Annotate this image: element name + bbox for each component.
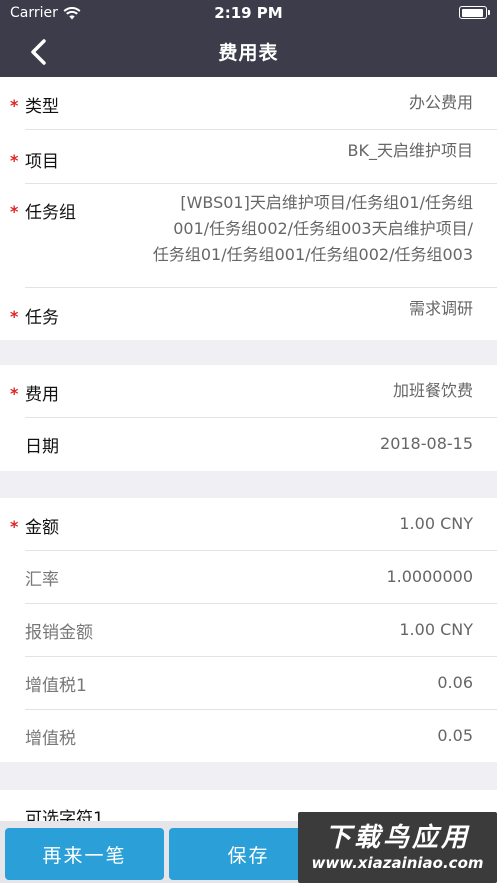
task-group-row[interactable]: * 任务组 [WBS01]天启维护项目/任务组01/任务组 001/任务组002…: [10, 184, 497, 288]
required-mark: *: [10, 517, 19, 536]
required-mark: *: [10, 307, 19, 326]
expense-form-screen: Carrier 2:19 PM 费用表 * 类型 办公费用 * 项目 BK_天启…: [0, 0, 497, 883]
expense-value: 加班餐饮费: [392, 381, 473, 400]
expense-label-text: 费用: [25, 385, 59, 405]
battery-icon: [459, 6, 490, 19]
required-mark: *: [10, 384, 19, 403]
task-label-text: 任务: [25, 308, 59, 328]
battery-level-fill: [461, 8, 484, 17]
project-row[interactable]: * 项目 BK_天启维护项目: [10, 130, 497, 184]
project-label-text: 项目: [25, 152, 59, 172]
status-bar: Carrier 2:19 PM: [0, 0, 497, 26]
add-another-button[interactable]: 再来一笔: [5, 828, 164, 880]
carrier-label: Carrier: [10, 5, 58, 21]
type-value: 办公费用: [408, 93, 473, 112]
required-mark: *: [10, 96, 19, 115]
task-group-label-text: 任务组: [25, 203, 76, 223]
wifi-icon: [63, 6, 81, 19]
type-label-text: 类型: [25, 97, 59, 117]
reimburse-amount-label: 报销金额: [25, 623, 93, 643]
task-value: 需求调研: [408, 299, 473, 318]
vat1-row: 增值税1 0.06: [25, 657, 497, 710]
watermark-logo: 下载鸟应用 www.xiazainiao.com: [298, 812, 497, 883]
expense-label: * 费用: [10, 380, 59, 405]
nav-bar: 费用表: [0, 26, 497, 77]
amount-section: * 金额 1.00 CNY 汇率 1.0000000 报销金额 1.00 CNY…: [0, 498, 497, 762]
amount-label: * 金额: [10, 513, 59, 538]
vat-value: 0.05: [437, 726, 473, 745]
watermark-url: www.xiazainiao.com: [311, 853, 484, 872]
task-group-label: * 任务组: [10, 198, 76, 223]
amount-row[interactable]: * 金额 1.00 CNY: [10, 498, 497, 551]
expense-row[interactable]: * 费用 加班餐饮费: [10, 365, 497, 418]
type-label: * 类型: [10, 92, 59, 117]
vat-row: 增值税 0.05: [25, 710, 497, 762]
date-value: 2018-08-15: [380, 434, 473, 453]
section-gap: [0, 762, 497, 790]
expense-section: * 费用 加班餐饮费 日期 2018-08-15: [0, 365, 497, 471]
required-mark: *: [10, 202, 19, 221]
amount-value: 1.00 CNY: [399, 514, 473, 533]
watermark-title: 下载鸟应用: [324, 822, 470, 853]
vat-label: 增值税: [25, 729, 76, 749]
required-mark: *: [10, 151, 19, 170]
project-value: BK_天启维护项目: [347, 141, 473, 160]
task-group-value: [WBS01]天启维护项目/任务组01/任务组 001/任务组002/任务组00…: [153, 190, 473, 268]
vat1-label: 增值税1: [25, 676, 87, 696]
task-row[interactable]: * 任务 需求调研: [10, 288, 497, 340]
section-gap: [0, 471, 497, 498]
top-bar: Carrier 2:19 PM 费用表: [0, 0, 497, 77]
back-button[interactable]: [22, 36, 56, 68]
date-label: 日期: [25, 437, 59, 457]
exchange-rate-label: 汇率: [25, 570, 59, 590]
task-label: * 任务: [10, 303, 59, 328]
reimburse-amount-row: 报销金额 1.00 CNY: [25, 604, 497, 657]
vat1-value: 0.06: [437, 673, 473, 692]
exchange-rate-value: 1.0000000: [386, 567, 473, 586]
chevron-left-icon: [31, 39, 46, 65]
page-title: 费用表: [218, 42, 279, 64]
project-section: * 类型 办公费用 * 项目 BK_天启维护项目 * 任务组 [WBS01]天启…: [0, 77, 497, 340]
date-row[interactable]: 日期 2018-08-15: [25, 418, 497, 471]
reimburse-amount-value: 1.00 CNY: [399, 620, 473, 639]
exchange-rate-row: 汇率 1.0000000: [25, 551, 497, 604]
amount-label-text: 金额: [25, 518, 59, 538]
task-group-line: [WBS01]天启维护项目/任务组01/任务组: [180, 193, 473, 212]
task-group-line: 001/任务组002/任务组003天启维护项目/: [173, 219, 473, 238]
section-gap: [0, 340, 497, 365]
type-row[interactable]: * 类型 办公费用: [10, 77, 497, 130]
carrier-info: Carrier: [10, 5, 81, 21]
task-group-line: 任务组01/任务组001/任务组002/任务组003: [152, 245, 473, 264]
project-label: * 项目: [10, 147, 59, 172]
